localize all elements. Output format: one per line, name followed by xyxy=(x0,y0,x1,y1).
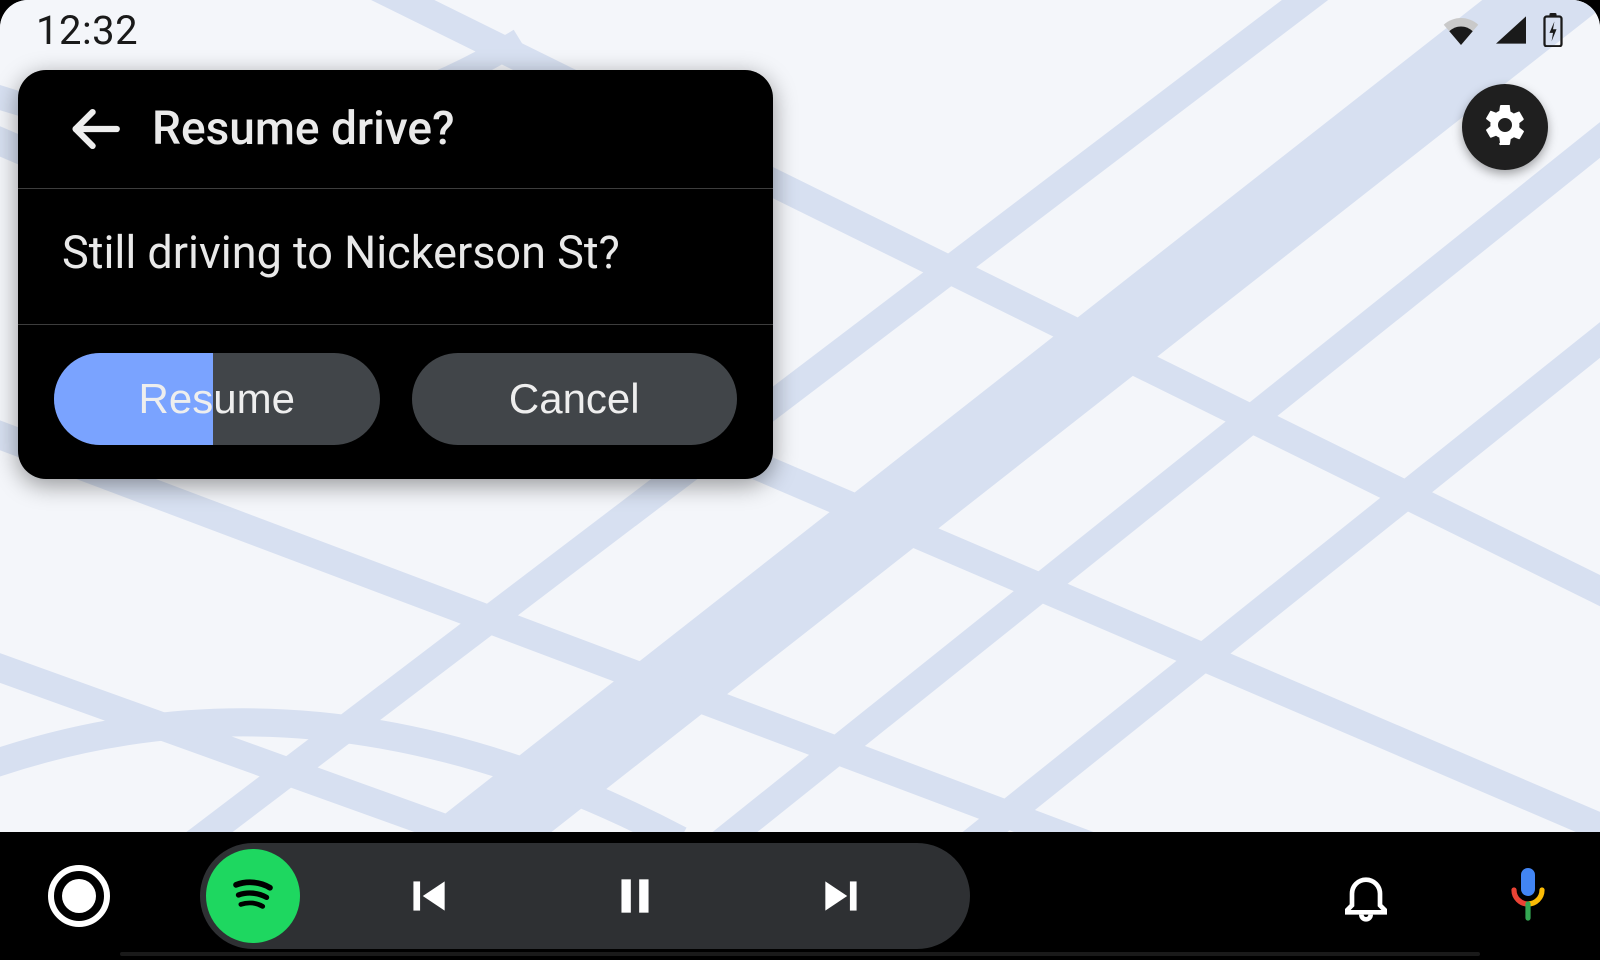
home-button[interactable] xyxy=(48,865,110,927)
spotify-button[interactable] xyxy=(206,849,300,943)
spotify-icon xyxy=(224,865,282,927)
arrow-left-icon xyxy=(66,100,124,158)
bar-right xyxy=(1338,866,1552,926)
google-mic-icon xyxy=(1504,866,1552,926)
wifi-icon xyxy=(1442,15,1480,45)
bottom-bar xyxy=(0,832,1600,960)
resume-button[interactable]: Resume xyxy=(54,353,380,445)
media-controls xyxy=(300,856,970,936)
pause-icon xyxy=(610,871,660,921)
skip-next-icon xyxy=(817,871,867,921)
settings-button[interactable] xyxy=(1462,84,1548,170)
bell-icon xyxy=(1338,868,1394,924)
back-button[interactable] xyxy=(66,100,124,158)
battery-charging-icon xyxy=(1542,13,1564,47)
media-pill xyxy=(200,843,970,949)
cancel-button[interactable]: Cancel xyxy=(412,353,738,445)
status-clock: 12:32 xyxy=(36,7,138,54)
status-bar: 12:32 xyxy=(0,0,1600,60)
cancel-button-label: Cancel xyxy=(509,375,640,422)
status-right xyxy=(1442,13,1564,47)
signal-icon xyxy=(1494,15,1528,45)
gear-icon xyxy=(1481,101,1529,153)
bottom-indicator xyxy=(120,952,1480,956)
next-track-button[interactable] xyxy=(802,856,882,936)
resume-button-label: Resume xyxy=(139,375,295,422)
voice-assistant-button[interactable] xyxy=(1504,866,1552,926)
previous-track-button[interactable] xyxy=(388,856,468,936)
dialog-actions: Resume Cancel xyxy=(18,325,773,479)
dialog-message: Still driving to Nickerson St? xyxy=(62,223,729,284)
pause-button[interactable] xyxy=(595,856,675,936)
dialog-title: Resume drive? xyxy=(152,102,454,156)
resume-drive-dialog: Resume drive? Still driving to Nickerson… xyxy=(18,70,773,479)
screen-root: 12:32 xyxy=(0,0,1600,960)
skip-previous-icon xyxy=(403,871,453,921)
dialog-body: Still driving to Nickerson St? xyxy=(18,189,773,325)
dialog-header: Resume drive? xyxy=(18,70,773,189)
notifications-button[interactable] xyxy=(1338,868,1394,924)
